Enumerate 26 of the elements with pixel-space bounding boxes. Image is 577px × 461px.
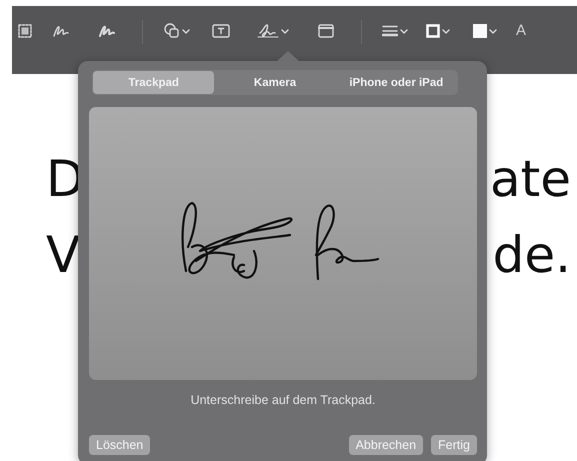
caret-icon: [281, 28, 289, 34]
segment-tab[interactable]: Kamera: [214, 71, 336, 94]
caret-icon: [182, 28, 190, 34]
hint-text: Unterschreibe auf dem Trackpad.: [190, 393, 376, 407]
dialog-button[interactable]: Abbrechen: [348, 435, 424, 455]
caret-icon: [400, 28, 408, 34]
document-text: V: [46, 225, 80, 286]
signature-icon[interactable]: [257, 23, 279, 39]
text-box-icon[interactable]: [212, 24, 230, 38]
border-color-icon[interactable]: [426, 24, 440, 38]
dialog-button[interactable]: Fertig: [431, 435, 477, 455]
font-button[interactable]: A: [516, 20, 526, 42]
selection-icon[interactable]: [18, 24, 32, 38]
fill-color-icon[interactable]: [473, 24, 487, 38]
segment-tab[interactable]: iPhone oder iPad: [336, 71, 457, 94]
window-icon[interactable]: [318, 24, 334, 38]
caret-icon: [442, 28, 450, 34]
segment-tab[interactable]: Trackpad: [93, 71, 214, 94]
sketch-icon[interactable]: [53, 24, 69, 38]
shapes-icon[interactable]: [164, 23, 180, 39]
line-style-icon[interactable]: [382, 25, 398, 37]
pen-icon[interactable]: [99, 24, 115, 38]
document-text: ate: [490, 149, 571, 210]
document-text: de.: [492, 225, 571, 286]
dialog-button[interactable]: Löschen: [89, 435, 150, 455]
caret-icon: [489, 28, 497, 34]
